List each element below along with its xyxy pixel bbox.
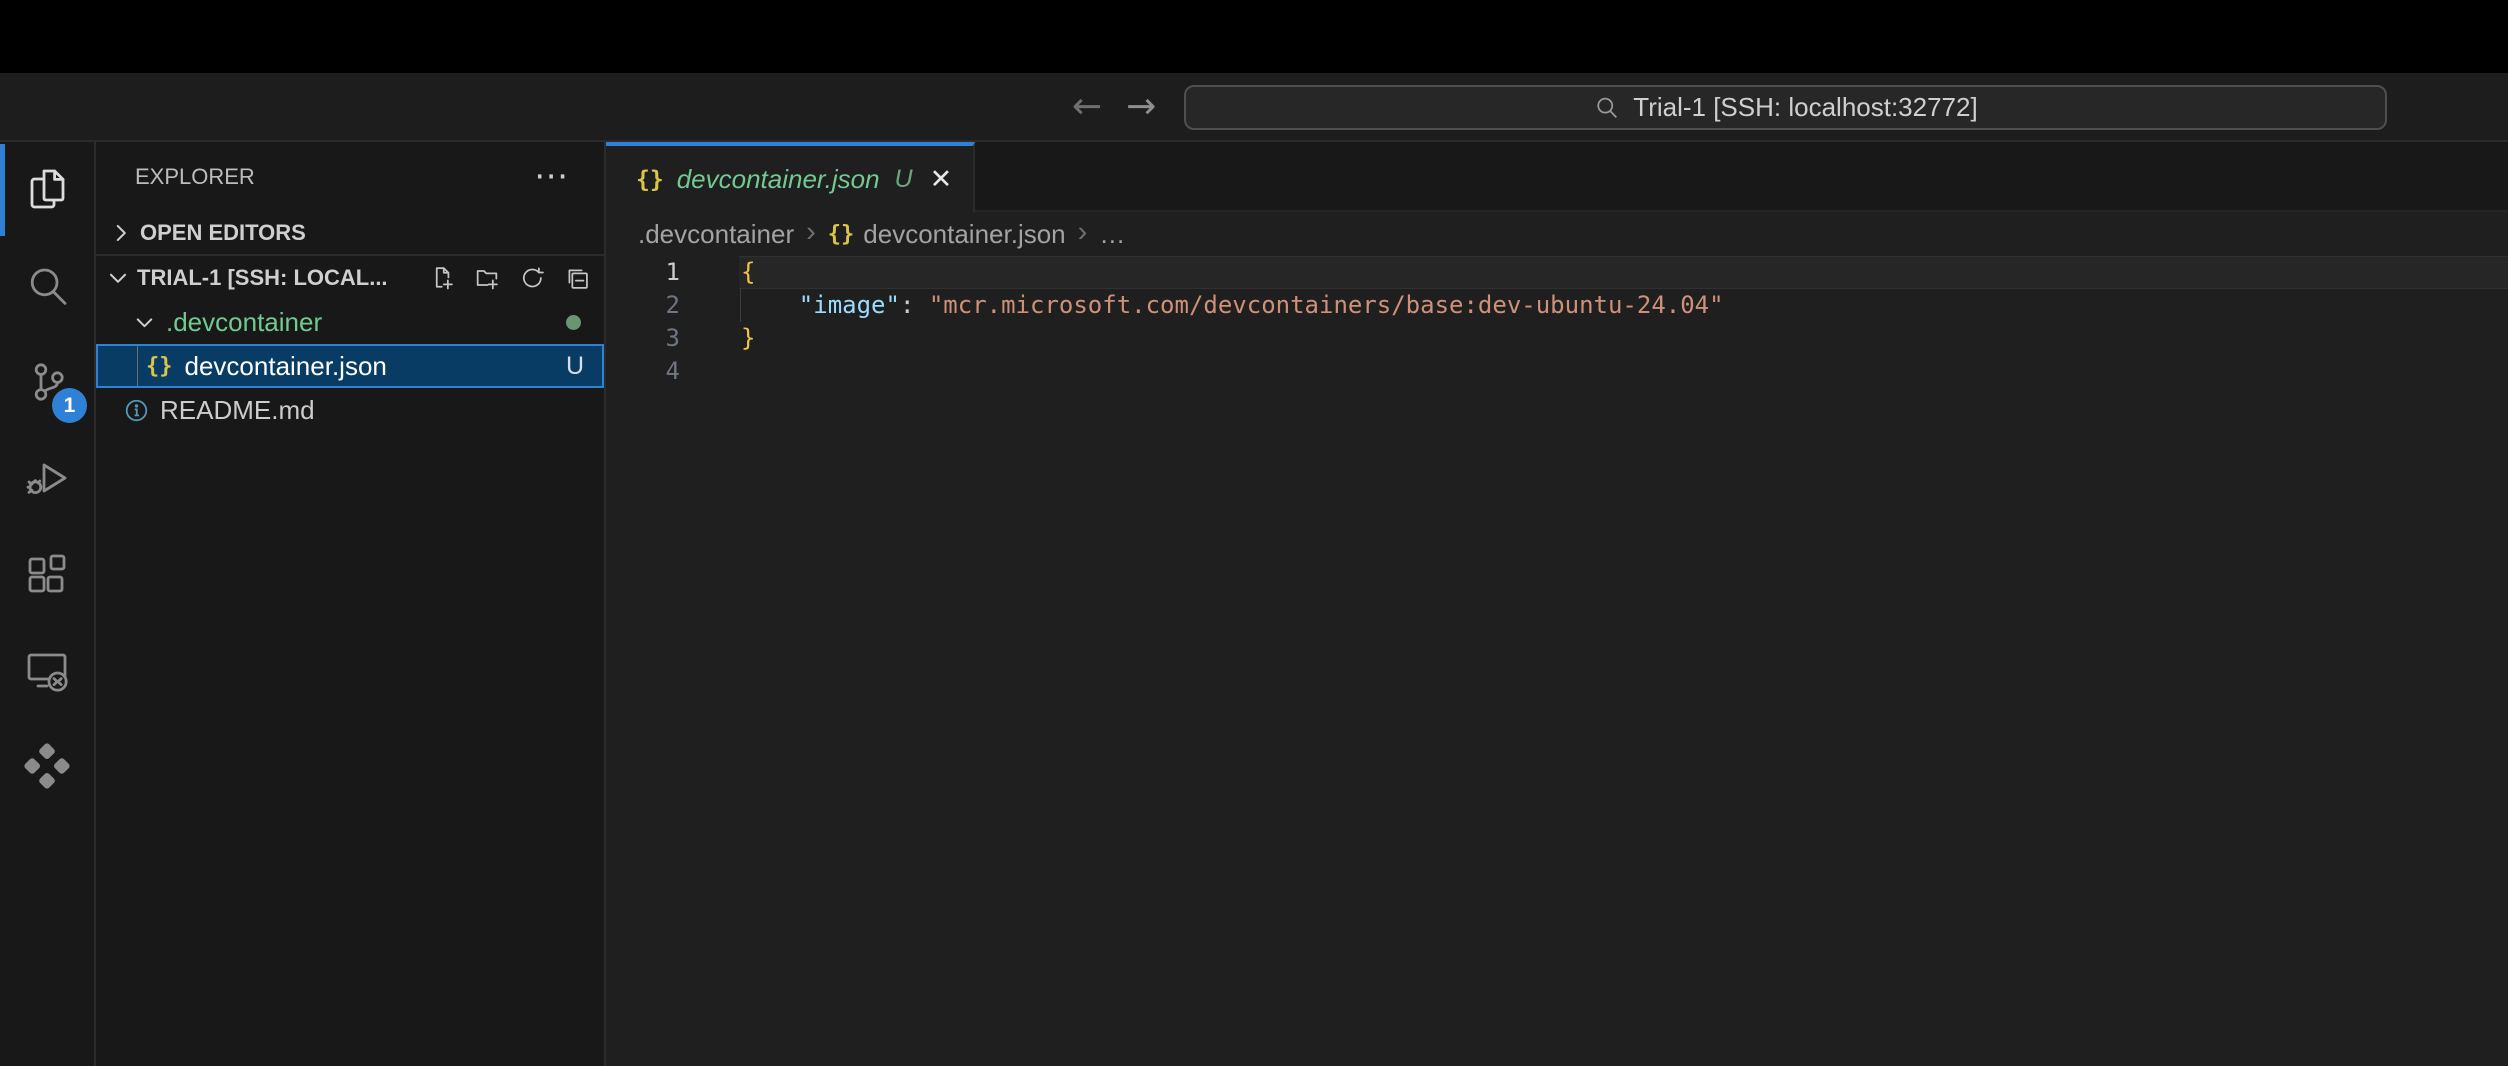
open-editors-section-header[interactable]: OPEN EDITORS xyxy=(96,212,604,256)
breadcrumb-file[interactable]: devcontainer.json xyxy=(863,219,1065,250)
workbench: 1 xyxy=(0,142,2508,1066)
tree-item-readme[interactable]: README.md xyxy=(96,388,604,432)
run-debug-activity-button[interactable] xyxy=(0,430,94,526)
line-number: 2 xyxy=(606,289,680,322)
run-and-debug-icon xyxy=(23,454,71,502)
vscode-window: ← → Trial-1 [SSH: localhost:32772] xyxy=(0,0,2508,1066)
sidebar-header: EXPLORER ⋯ xyxy=(96,142,604,212)
tree-item-devcontainer-json[interactable]: {} devcontainer.json U xyxy=(96,344,604,388)
refresh-icon[interactable] xyxy=(518,264,546,292)
json-file-icon: {} xyxy=(828,222,855,247)
more-actions-icon[interactable]: ⋯ xyxy=(534,156,570,196)
explorer-activity-button[interactable] xyxy=(0,142,94,238)
breadcrumb-separator-icon: › xyxy=(1078,216,1088,249)
search-icon xyxy=(23,262,71,310)
new-file-icon[interactable] xyxy=(428,264,456,292)
line-number: 1 xyxy=(606,256,680,289)
search-activity-button[interactable] xyxy=(0,238,94,334)
file-label: devcontainer.json xyxy=(185,351,387,382)
editor-group: {} devcontainer.json U ✕ .devcontainer ›… xyxy=(606,142,2508,1066)
workspace-label: TRIAL-1 [SSH: LOCAL... xyxy=(137,265,388,291)
remote-explorer-activity-button[interactable] xyxy=(0,622,94,718)
indent-guide xyxy=(137,346,138,386)
tab-devcontainer-json[interactable]: {} devcontainer.json U ✕ xyxy=(606,142,975,213)
info-icon xyxy=(123,397,150,424)
file-label: README.md xyxy=(160,395,315,426)
sidebar-title: EXPLORER xyxy=(135,164,255,190)
git-modified-dot xyxy=(566,315,581,330)
window-title: Trial-1 [SSH: localhost:32772] xyxy=(1633,92,1977,123)
history-nav: ← → xyxy=(1072,73,1156,140)
collapse-all-icon[interactable] xyxy=(563,264,591,292)
code-line[interactable]: 4 xyxy=(606,355,2508,388)
containers-icon xyxy=(23,742,71,790)
tab-git-untracked-badge: U xyxy=(895,165,913,194)
git-untracked-badge: U xyxy=(566,352,584,381)
files-icon xyxy=(23,166,71,214)
json-file-icon: {} xyxy=(636,167,664,193)
source-control-activity-button[interactable]: 1 xyxy=(0,334,94,430)
activity-bar: 1 xyxy=(0,142,96,1066)
tab-label: devcontainer.json xyxy=(677,164,880,195)
menubar-area xyxy=(0,0,2508,73)
remote-explorer-icon xyxy=(23,646,71,694)
forward-arrow-icon[interactable]: → xyxy=(1126,86,1156,127)
chevron-down-icon xyxy=(105,265,131,291)
line-number: 4 xyxy=(606,355,680,388)
extensions-activity-button[interactable] xyxy=(0,526,94,622)
breadcrumb-separator-icon: › xyxy=(806,216,816,249)
code-line[interactable]: 3 } xyxy=(606,322,2508,355)
explorer-sidebar: EXPLORER ⋯ OPEN EDITORS TRIAL-1 [SSH: LO… xyxy=(96,142,606,1066)
tree-item-devcontainer-folder[interactable]: .devcontainer xyxy=(96,300,604,344)
line-number: 3 xyxy=(606,322,680,355)
open-editors-label: OPEN EDITORS xyxy=(140,220,306,246)
new-folder-icon[interactable] xyxy=(473,264,501,292)
code-line[interactable]: 2 "image": "mcr.microsoft.com/devcontain… xyxy=(606,289,2508,322)
workspace-actions xyxy=(428,264,591,292)
titlebar: ← → Trial-1 [SSH: localhost:32772] xyxy=(0,73,2508,142)
source-control-badge: 1 xyxy=(52,388,87,423)
chevron-down-icon xyxy=(132,310,157,335)
chevron-right-icon xyxy=(108,220,134,246)
json-file-icon: {} xyxy=(146,354,173,379)
containers-activity-button[interactable] xyxy=(0,718,94,814)
command-center[interactable]: Trial-1 [SSH: localhost:32772] xyxy=(1184,85,2387,130)
breadcrumb-symbol[interactable]: … xyxy=(1099,219,1125,250)
close-icon[interactable]: ✕ xyxy=(930,164,953,195)
search-icon xyxy=(1593,94,1621,122)
back-arrow-icon[interactable]: ← xyxy=(1072,86,1102,127)
code-line[interactable]: 1 { xyxy=(606,256,2508,289)
breadcrumb: .devcontainer › {} devcontainer.json › … xyxy=(606,212,2508,256)
workspace-section-header[interactable]: TRIAL-1 [SSH: LOCAL... xyxy=(96,256,604,300)
folder-label: .devcontainer xyxy=(166,307,322,338)
tab-bar: {} devcontainer.json U ✕ xyxy=(606,142,2508,212)
code-editor[interactable]: 1 { 2 "image": "mcr.microsoft.com/devcon… xyxy=(606,256,2508,388)
extensions-icon xyxy=(23,550,71,598)
breadcrumb-folder[interactable]: .devcontainer xyxy=(638,219,794,250)
